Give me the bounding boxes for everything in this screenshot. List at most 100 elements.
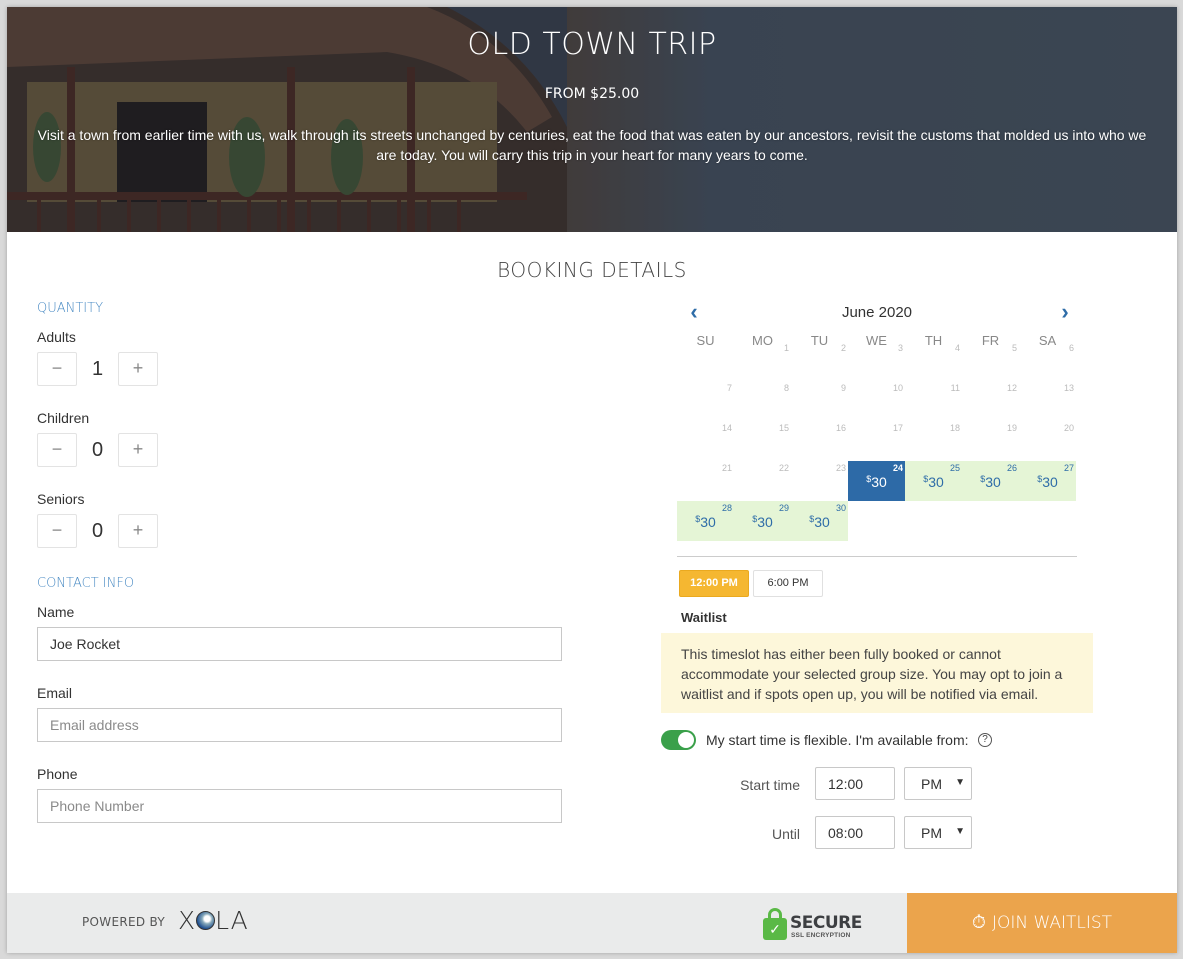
prev-month-icon[interactable]: ‹ [684,301,704,323]
day-number: 16 [835,423,846,433]
day-number: 28 [721,503,732,513]
children-stepper: − 0 + [37,433,158,467]
calendar-day: 1 [734,341,791,381]
calendar-day: 11 [905,381,962,421]
calendar-day: 10 [848,381,905,421]
start-ampm-value: PM [921,776,942,792]
day-number: 4 [954,343,960,353]
calendar-day: 4 [905,341,962,381]
waitlist-notice: This timeslot has either been fully book… [661,633,1093,713]
ssl-label: SSL ENCRYPTION [791,932,851,939]
footer: POWERED BY X LA ✓ SECURE SSL ENCRYPTION ⏱… [7,893,1177,953]
day-number: 7 [726,383,732,393]
join-waitlist-button[interactable]: ⏱ JOIN WAITLIST [907,893,1177,953]
day-number: 3 [897,343,903,353]
day-price: $30 [923,474,944,490]
calendar-divider [677,556,1077,557]
seniors-stepper: − 0 + [37,514,158,548]
children-decrement-button[interactable]: − [37,433,77,467]
calendar-day[interactable]: 29 $30 [734,501,791,541]
calendar-day: 13 [1019,381,1076,421]
until-time-input[interactable] [815,816,895,849]
day-number: 23 [835,463,846,473]
contact-heading: CONTACT INFO [37,576,135,591]
flexible-time-toggle[interactable] [661,730,696,750]
start-time-label: Start time [740,777,800,793]
phone-input[interactable] [37,789,562,823]
flexible-time-label: My start time is flexible. I'm available… [706,732,969,748]
day-number: 10 [892,383,903,393]
weekday-header: SU [696,333,715,348]
calendar-day[interactable]: 27 $30 [1019,461,1076,501]
until-ampm-select[interactable]: PM ▼ [904,816,972,849]
booking-widget: OLD TOWN TRIP FROM $25.00 Visit a town f… [7,7,1177,953]
day-number: 19 [1006,423,1017,433]
phone-label: Phone [37,766,78,782]
chevron-down-icon: ▼ [955,777,965,788]
timeslot-button[interactable]: 6:00 PM [753,570,823,597]
calendar-day[interactable]: 26 $30 [962,461,1019,501]
day-number: 15 [778,423,789,433]
children-increment-button[interactable]: + [118,433,158,467]
calendar-day[interactable]: 25 $30 [905,461,962,501]
email-input[interactable] [37,708,562,742]
calendar-day[interactable]: 30 $30 [791,501,848,541]
children-count: 0 [91,439,104,461]
trip-price: FROM $25.00 [544,86,640,102]
name-input[interactable] [37,627,562,661]
calendar-day: 17 [848,421,905,461]
help-icon[interactable]: ? [978,733,992,747]
calendar-day[interactable]: 28 $30 [677,501,734,541]
day-number: 6 [1068,343,1074,353]
calendar-day: 6 [1019,341,1076,381]
day-number: 22 [778,463,789,473]
trip-title: OLD TOWN TRIP [467,27,717,62]
day-number: 8 [783,383,789,393]
day-number: 26 [1006,463,1017,473]
chevron-down-icon: ▼ [955,826,965,837]
hero-banner: OLD TOWN TRIP FROM $25.00 Visit a town f… [7,7,1177,232]
calendar-month: June 2020 [841,304,913,321]
adults-increment-button[interactable]: + [118,352,158,386]
calendar-day: 15 [734,421,791,461]
adults-decrement-button[interactable]: − [37,352,77,386]
seniors-label: Seniors [37,491,85,507]
day-number: 25 [949,463,960,473]
day-number: 14 [721,423,732,433]
day-price: $30 [809,514,830,530]
calendar-day: 23 [791,461,848,501]
day-number: 29 [778,503,789,513]
xola-logo[interactable]: X LA [178,906,249,935]
adults-count: 1 [91,358,104,380]
day-number: 30 [835,503,846,513]
stopwatch-icon: ⏱ [971,912,986,933]
join-waitlist-label: JOIN WAITLIST [991,913,1113,933]
calendar-day[interactable]: 24 $30 [848,461,905,501]
day-number: 1 [783,343,789,353]
check-icon: ✓ [763,918,787,940]
powered-by-label: POWERED BY [82,915,166,929]
calendar-day: 12 [962,381,1019,421]
day-price: $30 [866,474,887,490]
day-number: 2 [840,343,846,353]
day-number: 9 [840,383,846,393]
email-label: Email [37,685,73,701]
calendar-day: 7 [677,381,734,421]
name-label: Name [37,604,75,620]
secure-label: SECURE [790,913,862,933]
calendar-day: 8 [734,381,791,421]
day-number: 5 [1011,343,1017,353]
day-number: 27 [1063,463,1074,473]
start-ampm-select[interactable]: PM ▼ [904,767,972,800]
seniors-decrement-button[interactable]: − [37,514,77,548]
calendar-day: 2 [791,341,848,381]
day-price: $30 [980,474,1001,490]
start-time-input[interactable] [815,767,895,800]
day-number: 17 [892,423,903,433]
xola-globe-icon [196,911,216,930]
day-number: 12 [1006,383,1017,393]
timeslot-button[interactable]: 12:00 PM [679,570,749,597]
next-month-icon[interactable]: › [1055,301,1075,323]
seniors-increment-button[interactable]: + [118,514,158,548]
day-price: $30 [1037,474,1058,490]
